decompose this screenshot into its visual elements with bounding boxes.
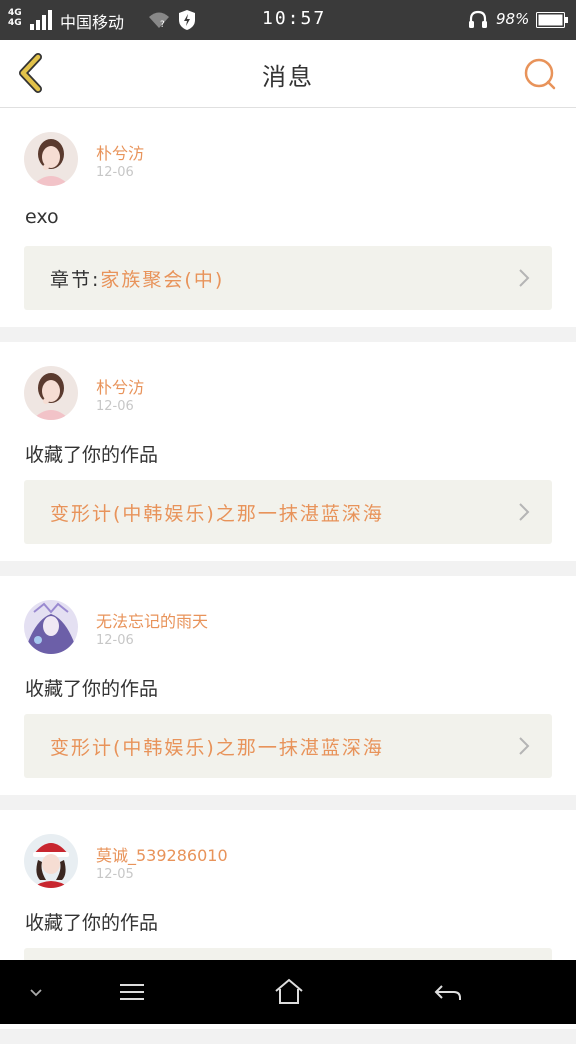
work-link-label: 变形计(中韩娱乐)之那一抹湛蓝深海 [50, 499, 384, 526]
username[interactable]: 朴兮汸 [96, 140, 144, 164]
message-date: 12-06 [96, 633, 134, 648]
avatar[interactable] [24, 132, 78, 186]
page-title: 消息 [262, 63, 314, 91]
work-link[interactable]: 变形计(中韩娱乐)之那一抹湛蓝深海 [24, 714, 552, 778]
message-card: 无法忘记的雨天 12-06 收藏了你的作品 变形计(中韩娱乐)之那一抹湛蓝深海 [0, 576, 576, 795]
carrier-name: 中国移动 [60, 13, 125, 32]
chevron-down-icon[interactable] [18, 976, 54, 1008]
message-date: 12-05 [96, 867, 134, 882]
chevron-right-icon [519, 737, 530, 755]
back-arrow-icon[interactable] [430, 976, 466, 1008]
menu-icon[interactable] [114, 976, 150, 1008]
svg-text:?: ? [160, 20, 165, 30]
message-text: 收藏了你的作品 [25, 912, 159, 934]
username[interactable]: 朴兮汸 [96, 374, 144, 398]
search-icon[interactable] [520, 54, 560, 94]
battery-percent: 98% [496, 10, 530, 28]
message-card: 朴兮汸 12-06 收藏了你的作品 变形计(中韩娱乐)之那一抹湛蓝深海 [0, 342, 576, 561]
message-date: 12-06 [96, 165, 134, 180]
system-nav-bar [0, 960, 576, 1024]
chevron-right-icon [519, 269, 530, 287]
shield-icon [179, 10, 195, 30]
work-link-label: 变形计(中韩娱乐)之那一抹湛蓝深海 [50, 733, 384, 760]
username[interactable]: 莫诚_539286010 [96, 842, 228, 866]
status-time: 10:57 [262, 8, 327, 29]
avatar[interactable] [24, 834, 78, 888]
work-link-label: 章节:家族聚会(中) [50, 265, 224, 292]
app-header: 消息 [0, 40, 576, 108]
username[interactable]: 无法忘记的雨天 [96, 608, 208, 632]
message-card: 朴兮汸 12-06 exo 章节:家族聚会(中) [0, 108, 576, 327]
link-title: 家族聚会(中) [100, 269, 225, 291]
network-type: 4G 4G [8, 8, 22, 28]
message-date: 12-06 [96, 399, 134, 414]
work-link[interactable]: 变形计(中韩娱乐)之那一抹湛蓝深海 [24, 480, 552, 544]
link-prefix: 章节: [50, 269, 101, 291]
signal-icon [30, 10, 52, 30]
headset-icon [469, 10, 487, 28]
status-bar: 4G 4G 中国移动 ? 10:57 98% [0, 0, 576, 40]
message-text: 收藏了你的作品 [25, 444, 159, 466]
avatar[interactable] [24, 600, 78, 654]
link-title: 变形计(中韩娱乐)之那一抹湛蓝深海 [50, 503, 384, 525]
message-text: 收藏了你的作品 [25, 678, 159, 700]
message-text: exo [25, 206, 59, 228]
work-link[interactable]: 章节:家族聚会(中) [24, 246, 552, 310]
link-title: 变形计(中韩娱乐)之那一抹湛蓝深海 [50, 737, 384, 759]
avatar[interactable] [24, 366, 78, 420]
message-list: 朴兮汸 12-06 exo 章节:家族聚会(中) 朴兮汸 12-06 收藏了你的… [0, 108, 576, 1044]
home-icon[interactable] [271, 976, 307, 1008]
battery-icon [536, 12, 568, 28]
chevron-right-icon [519, 503, 530, 521]
wifi-icon: ? [149, 12, 169, 30]
